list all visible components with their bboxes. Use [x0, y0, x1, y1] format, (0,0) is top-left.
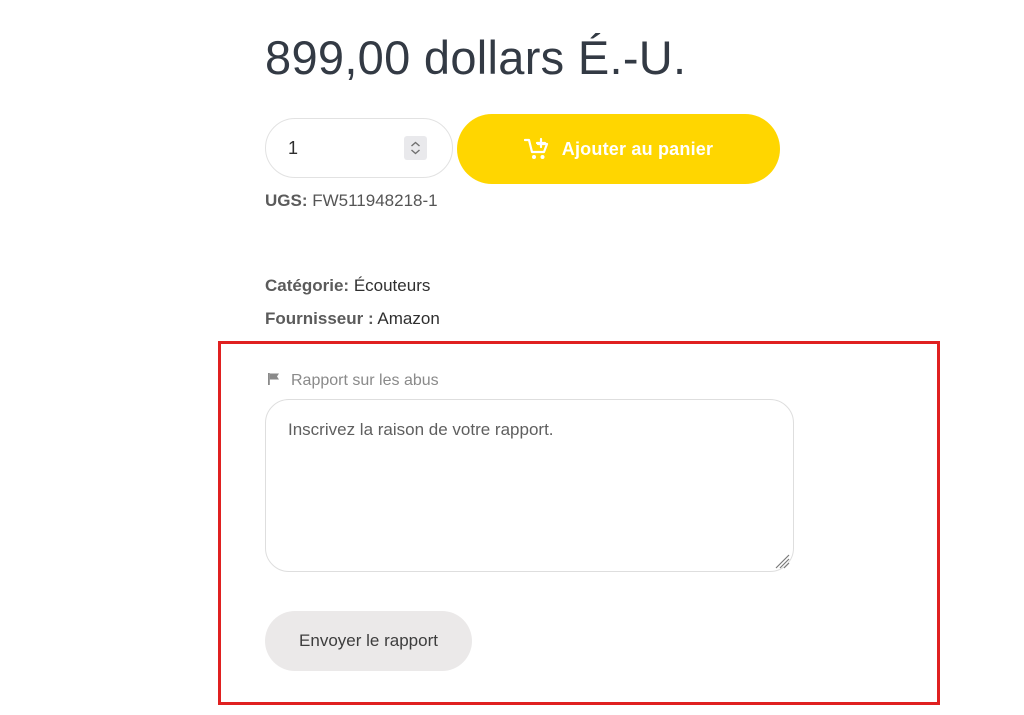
add-to-cart-label: Ajouter au panier: [561, 138, 714, 159]
supplier-row: Fournisseur : Amazon: [265, 309, 440, 329]
cart-plus-icon: [523, 137, 550, 161]
report-reason-textarea[interactable]: [265, 399, 794, 572]
report-section-title: Rapport sur les abus: [267, 372, 439, 390]
resize-grip-icon[interactable]: [772, 551, 790, 569]
chevron-up-down-icon[interactable]: [404, 136, 427, 160]
quantity-stepper[interactable]: [404, 136, 427, 160]
flag-icon: [267, 372, 281, 386]
supplier-label: Fournisseur :: [265, 309, 374, 328]
quantity-value[interactable]: 1: [288, 138, 298, 159]
category-label: Catégorie:: [265, 276, 350, 295]
supplier-link[interactable]: Amazon: [377, 309, 439, 328]
sku-label: UGS:: [265, 191, 308, 210]
send-report-button[interactable]: Envoyer le rapport: [265, 611, 472, 671]
report-title-text: Rapport sur les abus: [291, 372, 439, 389]
sku-value: FW511948218-1: [312, 191, 438, 210]
add-to-cart-button[interactable]: Ajouter au panier: [457, 114, 780, 184]
category-link[interactable]: Écouteurs: [354, 276, 431, 295]
category-row: Catégorie: Écouteurs: [265, 276, 430, 296]
product-price: 899,00 dollars É.-U.: [265, 31, 687, 84]
sku-row: UGS: FW511948218-1: [265, 191, 438, 211]
quantity-field[interactable]: 1: [265, 118, 453, 178]
